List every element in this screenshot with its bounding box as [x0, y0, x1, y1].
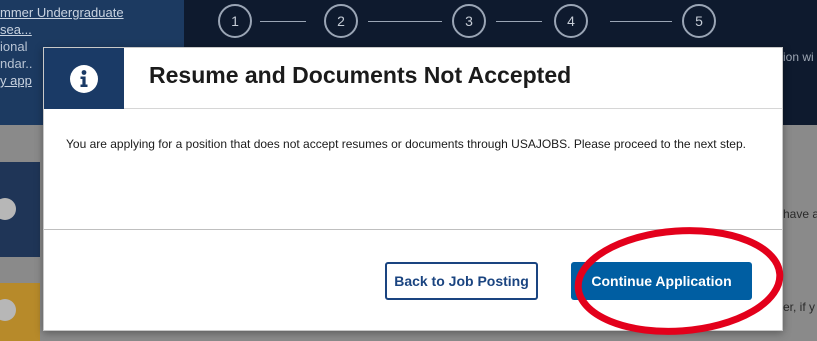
back-to-job-posting-button[interactable]: Back to Job Posting: [385, 262, 538, 300]
step-4: 4: [554, 4, 588, 38]
section-marker-blue: [0, 162, 40, 257]
job-title-link[interactable]: mmer Undergraduate: [0, 4, 184, 21]
modal-message: You are applying for a position that doe…: [66, 137, 746, 151]
background-text: er, if y: [783, 300, 816, 314]
continue-application-button[interactable]: Continue Application: [571, 262, 752, 300]
modal-header: Resume and Documents Not Accepted: [44, 48, 782, 109]
modal-divider: [44, 229, 782, 230]
section-marker-yellow: [0, 283, 40, 341]
step-connector: [368, 21, 442, 22]
application-stepper: 1 2 3 4 5: [218, 4, 718, 38]
step-3: 3: [452, 4, 486, 38]
info-icon: [70, 64, 98, 93]
step-1: 1: [218, 4, 252, 38]
step-connector: [610, 21, 672, 22]
step-connector: [496, 21, 542, 22]
step-2: 2: [324, 4, 358, 38]
step-5: 5: [682, 4, 716, 38]
modal-icon-box: [44, 48, 124, 109]
background-text: have a: [783, 207, 817, 221]
header-right-text: ion wi: [783, 50, 814, 64]
section-dot: [0, 299, 16, 321]
modal-title: Resume and Documents Not Accepted: [149, 62, 572, 88]
section-dot: [0, 198, 16, 220]
not-accepted-modal: Resume and Documents Not Accepted You ar…: [43, 47, 783, 331]
step-connector: [260, 21, 306, 22]
job-title-link-cont[interactable]: sea...: [0, 21, 184, 38]
